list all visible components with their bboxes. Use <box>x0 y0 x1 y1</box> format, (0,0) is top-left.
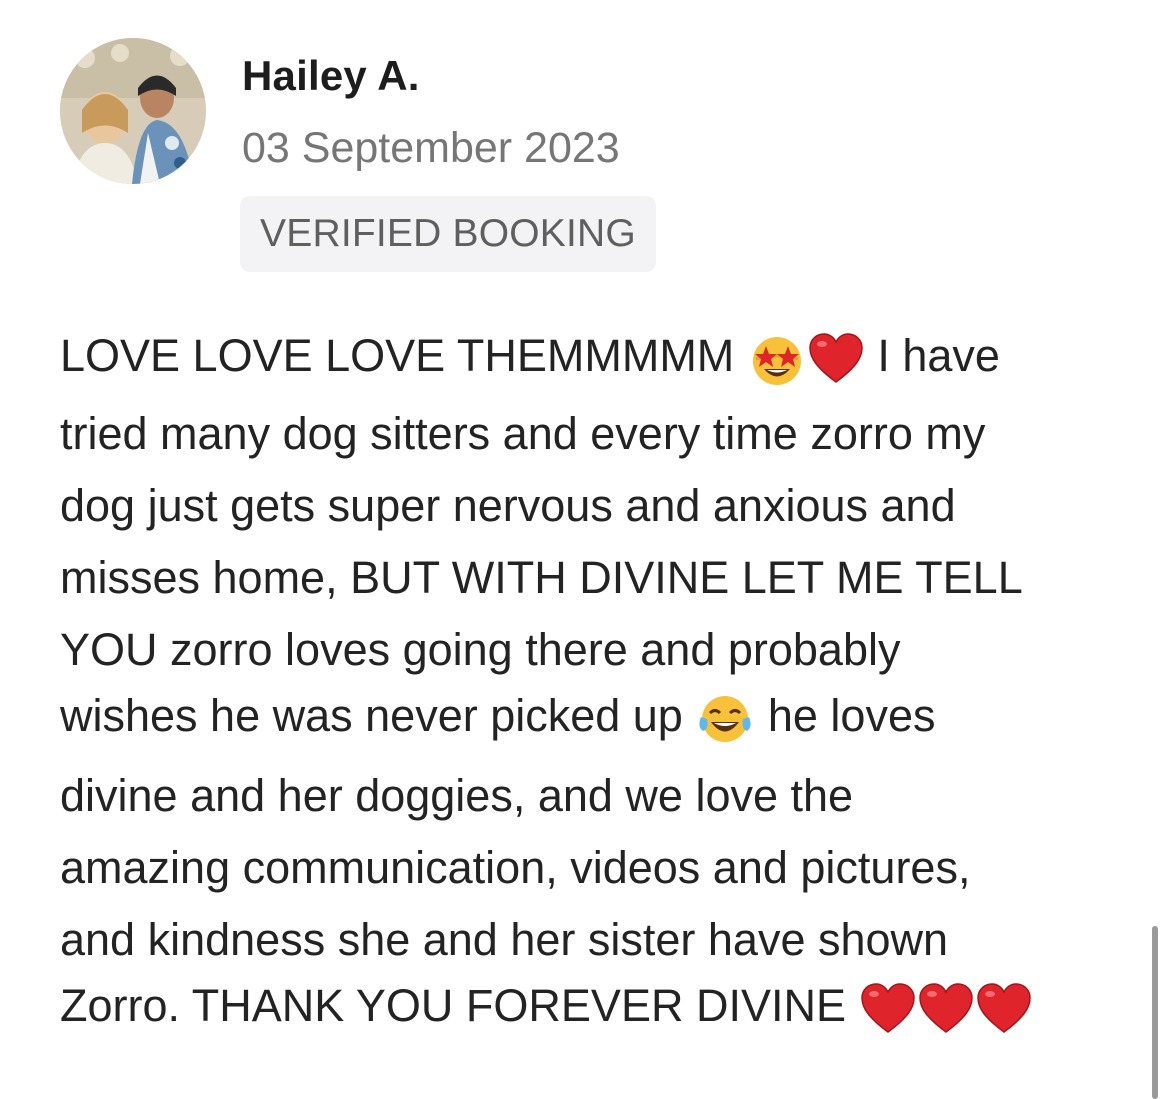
review-date: 03 September 2023 <box>242 124 620 172</box>
red-heart-emoji-icon <box>975 980 1033 1038</box>
tears-of-joy-emoji-icon <box>695 689 755 749</box>
review-line: dog just gets super nervous and anxious … <box>60 480 956 531</box>
review-line: tried many dog sitters and every time zo… <box>60 408 986 459</box>
review-line: misses home, BUT WITH DIVINE LET ME TELL <box>60 552 1023 603</box>
review-line: amazing communication, videos and pictur… <box>60 842 971 893</box>
review-line: and kindness she and her sister have sho… <box>60 914 949 965</box>
reviewer-avatar <box>60 38 206 184</box>
verified-booking-badge: VERIFIED BOOKING <box>240 196 656 272</box>
review-line: LOVE LOVE LOVE THEMMMMM I have <box>60 326 1000 386</box>
review-line-text: he loves <box>767 690 936 741</box>
red-heart-emoji-icon <box>917 980 975 1038</box>
review-line: wishes he was never picked up he loves <box>60 686 935 746</box>
red-heart-emoji-icon <box>807 330 865 388</box>
review-line-text: I have <box>877 330 1000 381</box>
review-line-text: Zorro. THANK YOU FOREVER DIVINE <box>60 980 846 1031</box>
review-line: divine and her doggies, and we love the <box>60 770 854 821</box>
review-line: Zorro. THANK YOU FOREVER DIVINE <box>60 976 1033 1036</box>
review-line-text: wishes he was never picked up <box>60 690 683 741</box>
review-line: YOU zorro loves going there and probably <box>60 624 901 675</box>
scrollbar[interactable] <box>1152 926 1158 1099</box>
reviewer-name: Hailey A. <box>242 52 420 99</box>
red-heart-emoji-icon <box>859 980 917 1038</box>
star-struck-emoji-icon <box>747 329 807 389</box>
review-line-text: LOVE LOVE LOVE THEMMMMM <box>60 330 735 381</box>
